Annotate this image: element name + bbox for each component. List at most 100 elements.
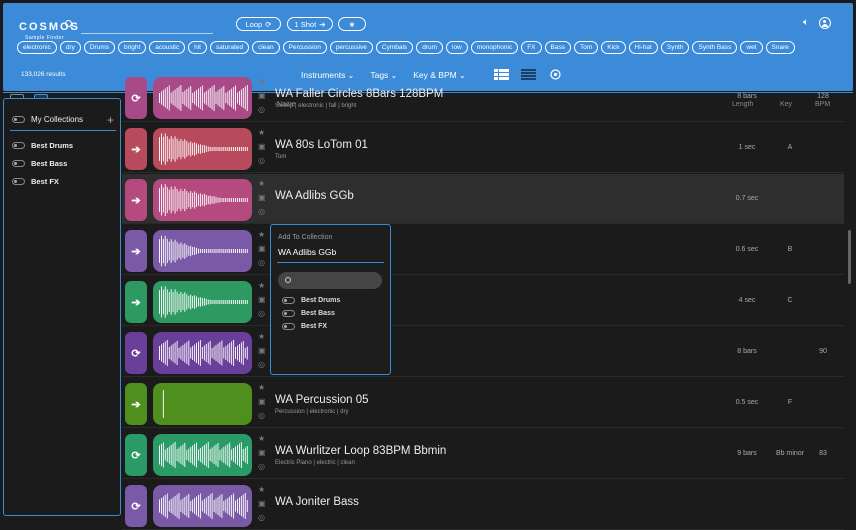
- waveform[interactable]: [153, 128, 252, 170]
- collection-toggle[interactable]: [12, 160, 25, 167]
- volume-icon[interactable]: 🔈︎: [803, 17, 809, 29]
- play-button[interactable]: ➔: [125, 281, 147, 323]
- collection-search-input[interactable]: [278, 272, 382, 289]
- collection-toggle[interactable]: [282, 323, 295, 330]
- tag-chip[interactable]: clean: [252, 41, 280, 54]
- collection-icon[interactable]: ▣: [258, 296, 267, 304]
- tag-chip[interactable]: Kick: [601, 41, 626, 54]
- star-icon[interactable]: ★: [258, 435, 267, 443]
- popup-item-best-bass[interactable]: Best Bass: [282, 310, 335, 317]
- play-button[interactable]: ➔: [125, 128, 147, 170]
- star-icon[interactable]: ★: [258, 486, 267, 494]
- tag-chip[interactable]: Tom: [573, 41, 599, 54]
- collection-icon[interactable]: ▣: [258, 194, 267, 202]
- table-row[interactable]: ⟳ ★ ▣ ◎ M 03 Full-Kit | electronic | cle…: [122, 327, 844, 377]
- star-icon[interactable]: ★: [258, 78, 267, 86]
- tag-chip[interactable]: Drums: [83, 41, 115, 54]
- star-icon[interactable]: ★: [258, 333, 267, 341]
- tag-chip[interactable]: Cymbals: [375, 41, 414, 54]
- waveform[interactable]: [153, 485, 252, 527]
- star-icon[interactable]: ★: [258, 231, 267, 239]
- table-row[interactable]: ⟳ ★ ▣ ◎ WA Faller Circles 8Bars 128BPM S…: [122, 72, 844, 122]
- play-button[interactable]: ⟳: [125, 77, 147, 119]
- tag-chip[interactable]: wet: [740, 41, 763, 54]
- similar-icon[interactable]: ◎: [258, 412, 267, 420]
- tag-chip[interactable]: hit: [188, 41, 207, 54]
- table-row[interactable]: ➔ ★ ▣ ◎ 2 0.6 sec B: [122, 225, 844, 275]
- similar-icon[interactable]: ◎: [258, 514, 267, 522]
- waveform[interactable]: [153, 434, 252, 476]
- sample-name[interactable]: WA 80s LoTom 01: [275, 139, 368, 151]
- collections-toggle[interactable]: [12, 116, 25, 123]
- tag-chip[interactable]: Bass: [544, 41, 571, 54]
- tag-chip[interactable]: Hi-hat: [628, 41, 658, 54]
- play-button[interactable]: ⟳: [125, 332, 147, 374]
- tag-chip[interactable]: monophonic: [470, 41, 519, 54]
- star-icon[interactable]: ★: [258, 180, 267, 188]
- popup-item-best-drums[interactable]: Best Drums: [282, 297, 340, 304]
- popup-item-best-fx[interactable]: Best FX: [282, 323, 327, 330]
- collection-toggle[interactable]: [282, 310, 295, 317]
- tag-chip[interactable]: low: [446, 41, 468, 54]
- search-icon[interactable]: [65, 20, 72, 27]
- waveform[interactable]: [153, 332, 252, 374]
- search-input[interactable]: [81, 33, 213, 34]
- tag-chip[interactable]: acoustic: [149, 41, 186, 54]
- tag-chip[interactable]: FX: [521, 41, 542, 54]
- favorites-button[interactable]: ★: [338, 17, 366, 31]
- waveform[interactable]: [153, 77, 252, 119]
- similar-icon[interactable]: ◎: [258, 106, 267, 114]
- star-icon[interactable]: ★: [258, 384, 267, 392]
- collection-icon[interactable]: ▣: [258, 347, 267, 355]
- sample-name[interactable]: WA Adlibs GGb: [275, 190, 354, 202]
- play-button[interactable]: ➔: [125, 230, 147, 272]
- similar-icon[interactable]: ◎: [258, 310, 267, 318]
- collection-toggle[interactable]: [12, 142, 25, 149]
- play-button[interactable]: ⟳: [125, 434, 147, 476]
- sample-name[interactable]: WA Faller Circles 8Bars 128BPM: [275, 88, 443, 100]
- tag-chip[interactable]: bright: [118, 41, 147, 54]
- tag-chip[interactable]: drum: [416, 41, 443, 54]
- scrollbar[interactable]: [848, 230, 851, 284]
- sample-name[interactable]: WA Wurlitzer Loop 83BPM Bbmin: [275, 445, 446, 457]
- star-icon[interactable]: ★: [258, 282, 267, 290]
- tag-chip[interactable]: Synth: [660, 41, 690, 54]
- similar-icon[interactable]: ◎: [258, 157, 267, 165]
- tag-chip[interactable]: percussive: [329, 41, 373, 54]
- tag-chip[interactable]: dry: [59, 41, 81, 54]
- table-row[interactable]: ➔ ★ ▣ ◎ an 4 sec C: [122, 276, 844, 326]
- collection-toggle[interactable]: [12, 178, 25, 185]
- tag-chip[interactable]: Snare: [765, 41, 795, 54]
- sidebar-item-best-fx[interactable]: Best FX: [12, 177, 59, 186]
- play-button[interactable]: ⟳: [125, 485, 147, 527]
- star-icon[interactable]: ★: [258, 129, 267, 137]
- table-row[interactable]: ➔ ★ ▣ ◎ WA 80s LoTom 01 Tom 1 sec A: [122, 123, 844, 173]
- collection-icon[interactable]: ▣: [258, 92, 267, 100]
- collection-icon[interactable]: ▣: [258, 449, 267, 457]
- user-icon[interactable]: [819, 17, 831, 29]
- table-row[interactable]: ⟳ ★ ▣ ◎ WA Joniter Bass: [122, 480, 844, 530]
- waveform[interactable]: [153, 383, 252, 425]
- collection-icon[interactable]: ▣: [258, 500, 267, 508]
- waveform[interactable]: [153, 230, 252, 272]
- one-shot-button[interactable]: 1 Shot ➔: [287, 17, 333, 31]
- add-collection-icon[interactable]: +: [107, 113, 114, 127]
- collection-icon[interactable]: ▣: [258, 143, 267, 151]
- tag-chip[interactable]: Synth Bass: [692, 41, 738, 54]
- sidebar-item-best-bass[interactable]: Best Bass: [12, 159, 67, 168]
- sample-name[interactable]: WA Percussion 05: [275, 394, 369, 406]
- collection-icon[interactable]: ▣: [258, 245, 267, 253]
- waveform[interactable]: [153, 179, 252, 221]
- play-button[interactable]: ➔: [125, 383, 147, 425]
- table-row[interactable]: ➔ ★ ▣ ◎ WA Adlibs GGb 0.7 sec: [122, 174, 844, 224]
- sample-name[interactable]: WA Joniter Bass: [275, 496, 359, 508]
- play-button[interactable]: ➔: [125, 179, 147, 221]
- similar-icon[interactable]: ◎: [258, 259, 267, 267]
- table-row[interactable]: ⟳ ★ ▣ ◎ WA Wurlitzer Loop 83BPM Bbmin El…: [122, 429, 844, 479]
- tag-chip[interactable]: saturated: [210, 41, 250, 54]
- tag-chip[interactable]: electronic: [17, 41, 57, 54]
- sidebar-item-best-drums[interactable]: Best Drums: [12, 141, 73, 150]
- table-row[interactable]: ➔ ★ ▣ ◎ WA Percussion 05 Percussion | el…: [122, 378, 844, 428]
- loop-button[interactable]: Loop ⟳: [236, 17, 281, 31]
- similar-icon[interactable]: ◎: [258, 208, 267, 216]
